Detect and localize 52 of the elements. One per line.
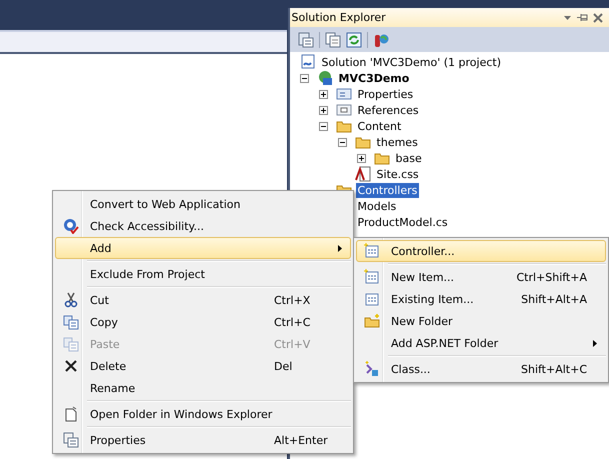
menu-item[interactable]: Exclude From Project: [55, 263, 351, 285]
accessibility-icon: [63, 218, 79, 234]
menu-item[interactable]: Copy Ctrl+C: [55, 311, 351, 333]
menu-item[interactable]: New Folder: [356, 310, 606, 332]
tree-item[interactable]: Controllers: [356, 182, 420, 198]
tree-item[interactable]: ProductModel.cs: [356, 214, 450, 230]
tree-item[interactable]: Properties: [356, 86, 416, 102]
tree-item[interactable]: Site.css: [374, 166, 421, 182]
project-icon: [316, 70, 333, 86]
dropdown-icon[interactable]: [563, 14, 572, 20]
files-icon[interactable]: [324, 32, 341, 48]
tree-item[interactable]: Solution 'MVC3Demo' (1 project): [320, 54, 504, 70]
new-folder-icon: [364, 313, 380, 329]
copy-icon: [63, 314, 79, 330]
tree-item[interactable]: Content: [356, 118, 404, 134]
pin-icon[interactable]: [577, 13, 588, 22]
delete-icon: [63, 358, 79, 374]
menu-item[interactable]: Existing Item... Shift+Alt+A: [356, 288, 606, 310]
scissors-icon: [63, 292, 79, 308]
item-icon: [364, 291, 380, 307]
controller-icon: [364, 243, 380, 259]
tree-item[interactable]: MVC3Demo: [336, 70, 412, 86]
properties-icon: [336, 86, 352, 102]
tree-item[interactable]: base: [394, 150, 424, 166]
references-icon: [336, 102, 352, 118]
menu-item[interactable]: Add: [55, 237, 351, 259]
panel-title: Solution Explorer: [292, 11, 386, 24]
menu-item[interactable]: Convert to Web Application: [55, 193, 351, 215]
clipboard-icon: [63, 336, 79, 352]
refresh-icon[interactable]: [346, 32, 362, 48]
menu-item[interactable]: Open Folder in Windows Explorer: [55, 403, 351, 425]
properties-icon[interactable]: [298, 32, 314, 48]
menu-item[interactable]: Controller...: [356, 240, 606, 262]
tree-item[interactable]: Models: [356, 198, 398, 214]
menu-item[interactable]: Properties Alt+Enter: [55, 429, 351, 451]
diagram-icon[interactable]: [372, 32, 389, 48]
class-icon: [364, 361, 380, 377]
tree-item[interactable]: themes: [374, 134, 420, 150]
properties-icon: [63, 432, 79, 448]
menu-item[interactable]: Add ASP.NET Folder: [356, 332, 606, 354]
tree-item[interactable]: References: [356, 102, 421, 118]
document-icon: [63, 406, 79, 422]
solution-icon: [300, 54, 316, 70]
menu-item[interactable]: Delete Del: [55, 355, 351, 377]
new-item-icon: [364, 269, 380, 285]
menu-item[interactable]: Class... Shift+Alt+C: [356, 358, 606, 380]
menu-item[interactable]: Cut Ctrl+X: [55, 289, 351, 311]
css-file-icon: [354, 166, 371, 182]
close-icon[interactable]: [593, 12, 603, 22]
menu-item[interactable]: Check Accessibility...: [55, 215, 351, 237]
menu-item[interactable]: Rename: [55, 377, 351, 399]
menu-item[interactable]: New Item... Ctrl+Shift+A: [356, 266, 606, 288]
